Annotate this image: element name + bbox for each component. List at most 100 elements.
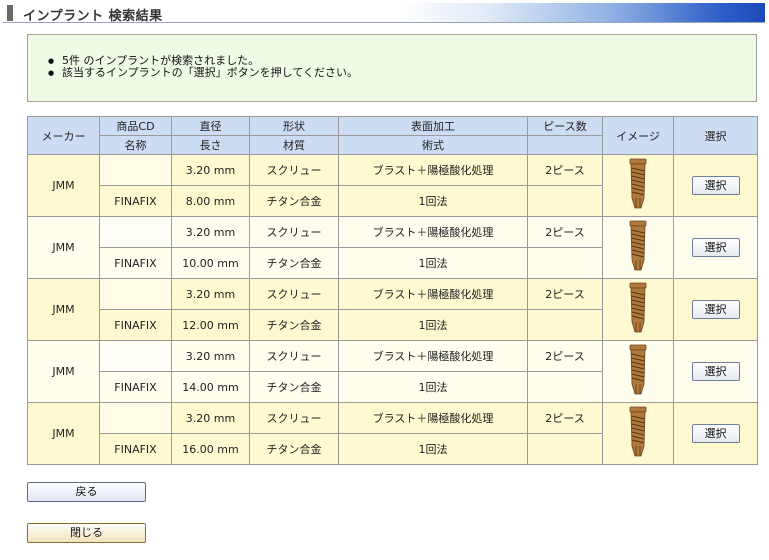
message-box: 5件 のインプラントが検索されました。 該当するインプラントの「選択」ボタンを押… (27, 34, 757, 102)
dental-implant-icon (627, 344, 649, 399)
col-header-pieces-sub (527, 135, 603, 155)
cell-surface: ブラスト＋陽極酸化処理 (338, 278, 528, 310)
col-header-name: 名称 (99, 135, 172, 155)
cell-maker: JMM (27, 278, 100, 341)
cell-shape: スクリュー (249, 402, 339, 434)
table-row: JMM 3.20 mm スクリュー ブラスト＋陽極酸化処理 2ピース 選択 (27, 340, 758, 403)
cell-select: 選択 (673, 154, 758, 217)
cell-name: FINAFIX (99, 247, 172, 279)
cell-pieces: 2ピース (527, 216, 603, 248)
cell-product-code (99, 278, 172, 310)
col-header-maker: メーカー (27, 116, 100, 155)
col-header-surface: 表面加工 (338, 116, 528, 136)
table-row: JMM 3.20 mm スクリュー ブラスト＋陽極酸化処理 2ピース選択 (27, 278, 758, 341)
col-header-length: 長さ (171, 135, 250, 155)
cell-material: チタン合金 (249, 371, 339, 403)
cell-shape: スクリュー (249, 216, 339, 248)
col-header-select: 選択 (673, 116, 758, 155)
cell-length: 10.00 mm (171, 247, 250, 279)
select-button[interactable]: 選択 (691, 424, 740, 443)
message-list: 5件 のインプラントが検索されました。 該当するインプラントの「選択」ボタンを押… (48, 55, 358, 80)
cell-technique: 1回法 (338, 433, 528, 465)
cell-pieces-sub (527, 309, 603, 341)
cell-select: 選択 (673, 402, 758, 465)
cell-pieces-sub (527, 433, 603, 465)
dental-implant-icon (627, 406, 649, 461)
cell-product-code (99, 216, 172, 248)
title-bar: インプラント 検索結果 (3, 3, 765, 24)
cell-image (602, 340, 674, 403)
cell-pieces: 2ピース (527, 402, 603, 434)
col-header-image: イメージ (602, 116, 674, 155)
results-body: JMM 3.20 mm スクリュー ブラスト＋陽極酸化処理 2ピース 選択 FINAFIX 8… (27, 154, 758, 465)
cell-maker: JMM (27, 402, 100, 465)
cell-name: FINAFIX (99, 433, 172, 465)
page-title: インプラント 検索結果 (23, 9, 163, 24)
cell-length: 14.00 mm (171, 371, 250, 403)
cell-pieces: 2ピース (527, 278, 603, 310)
col-header-diameter: 直径 (171, 116, 250, 136)
back-button[interactable]: 戻る (27, 482, 146, 502)
cell-shape: スクリュー (249, 278, 339, 310)
cell-maker: JMM (27, 340, 100, 403)
cell-image (602, 216, 674, 279)
cell-technique: 1回法 (338, 309, 528, 341)
cell-surface: ブラスト＋陽極酸化処理 (338, 402, 528, 434)
cell-technique: 1回法 (338, 371, 528, 403)
cell-product-code (99, 340, 172, 372)
cell-surface: ブラスト＋陽極酸化処理 (338, 154, 528, 186)
select-button[interactable]: 選択 (691, 238, 740, 257)
cell-surface: ブラスト＋陽極酸化処理 (338, 216, 528, 248)
table-row: JMM 3.20 mm スクリュー ブラスト＋陽極酸化処理 2ピース 選択 (27, 154, 758, 217)
col-header-pieces: ピース数 (527, 116, 603, 136)
cell-product-code (99, 402, 172, 434)
col-header-product-code: 商品CD (99, 116, 172, 136)
cell-image (602, 402, 674, 465)
cell-product-code (99, 154, 172, 186)
cell-material: チタン合金 (249, 185, 339, 217)
cell-image (602, 154, 674, 217)
cell-name: FINAFIX (99, 309, 172, 341)
table-row: JMM 3.20 mm スクリュー ブラスト＋陽極酸化処理 2ピース選択 (27, 216, 758, 279)
cell-pieces: 2ピース (527, 340, 603, 372)
cell-diameter: 3.20 mm (171, 216, 250, 248)
dental-implant-icon (627, 220, 649, 275)
cell-pieces: 2ピース (527, 154, 603, 186)
cell-pieces-sub (527, 371, 603, 403)
header-row: メーカー 商品CD 直径 形状 表面加工 ピース数 イメージ 選択 (27, 116, 758, 155)
select-button[interactable]: 選択 (691, 176, 740, 195)
table-row: JMM 3.20 mm スクリュー ブラスト＋陽極酸化処理 2ピース選択 (27, 402, 758, 465)
cell-pieces-sub (527, 185, 603, 217)
cell-diameter: 3.20 mm (171, 340, 250, 372)
col-header-material: 材質 (249, 135, 339, 155)
col-header-technique: 術式 (338, 135, 528, 155)
cell-material: チタン合金 (249, 309, 339, 341)
cell-select: 選択 (673, 216, 758, 279)
cell-length: 12.00 mm (171, 309, 250, 341)
col-header-shape: 形状 (249, 116, 339, 136)
cell-material: チタン合金 (249, 247, 339, 279)
cell-length: 16.00 mm (171, 433, 250, 465)
cell-maker: JMM (27, 154, 100, 217)
cell-length: 8.00 mm (171, 185, 250, 217)
cell-shape: スクリュー (249, 340, 339, 372)
title-marker (7, 5, 13, 21)
close-button[interactable]: 閉じる (27, 523, 146, 543)
select-button[interactable]: 選択 (691, 362, 740, 381)
cell-material: チタン合金 (249, 433, 339, 465)
cell-technique: 1回法 (338, 247, 528, 279)
select-button[interactable]: 選択 (691, 300, 740, 319)
cell-diameter: 3.20 mm (171, 278, 250, 310)
cell-diameter: 3.20 mm (171, 402, 250, 434)
cell-technique: 1回法 (338, 185, 528, 217)
cell-name: FINAFIX (99, 185, 172, 217)
dental-implant-icon (627, 158, 649, 213)
cell-maker: JMM (27, 216, 100, 279)
cell-name: FINAFIX (99, 371, 172, 403)
message-item: 該当するインプラントの「選択」ボタンを押してください。 (48, 67, 358, 80)
cell-shape: スクリュー (249, 154, 339, 186)
cell-select: 選択 (673, 340, 758, 403)
results-table: メーカー 商品CD 直径 形状 表面加工 ピース数 イメージ 選択 名称 長さ … (27, 116, 758, 465)
cell-image (602, 278, 674, 341)
cell-select: 選択 (673, 278, 758, 341)
